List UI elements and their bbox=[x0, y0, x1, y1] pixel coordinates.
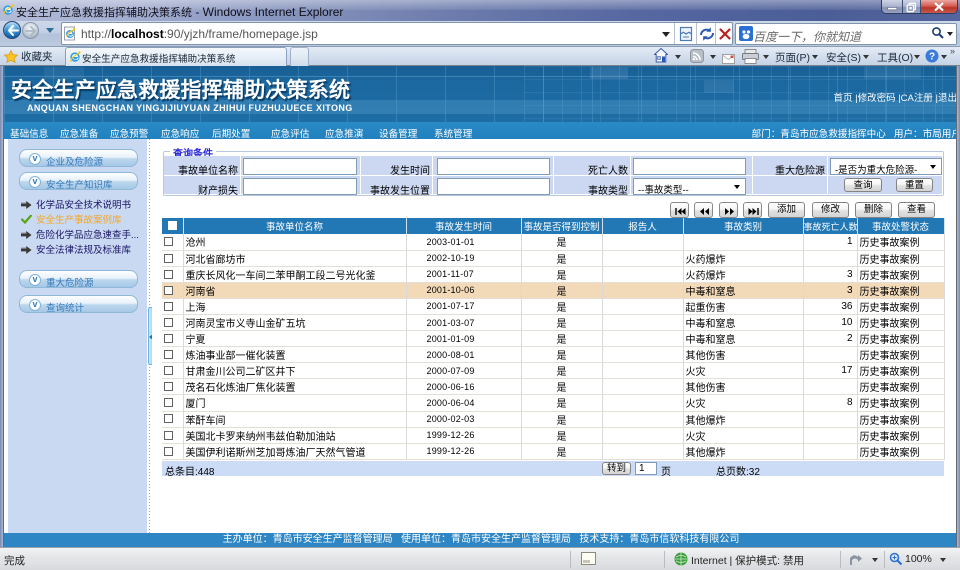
svg-text:?: ? bbox=[929, 52, 935, 63]
